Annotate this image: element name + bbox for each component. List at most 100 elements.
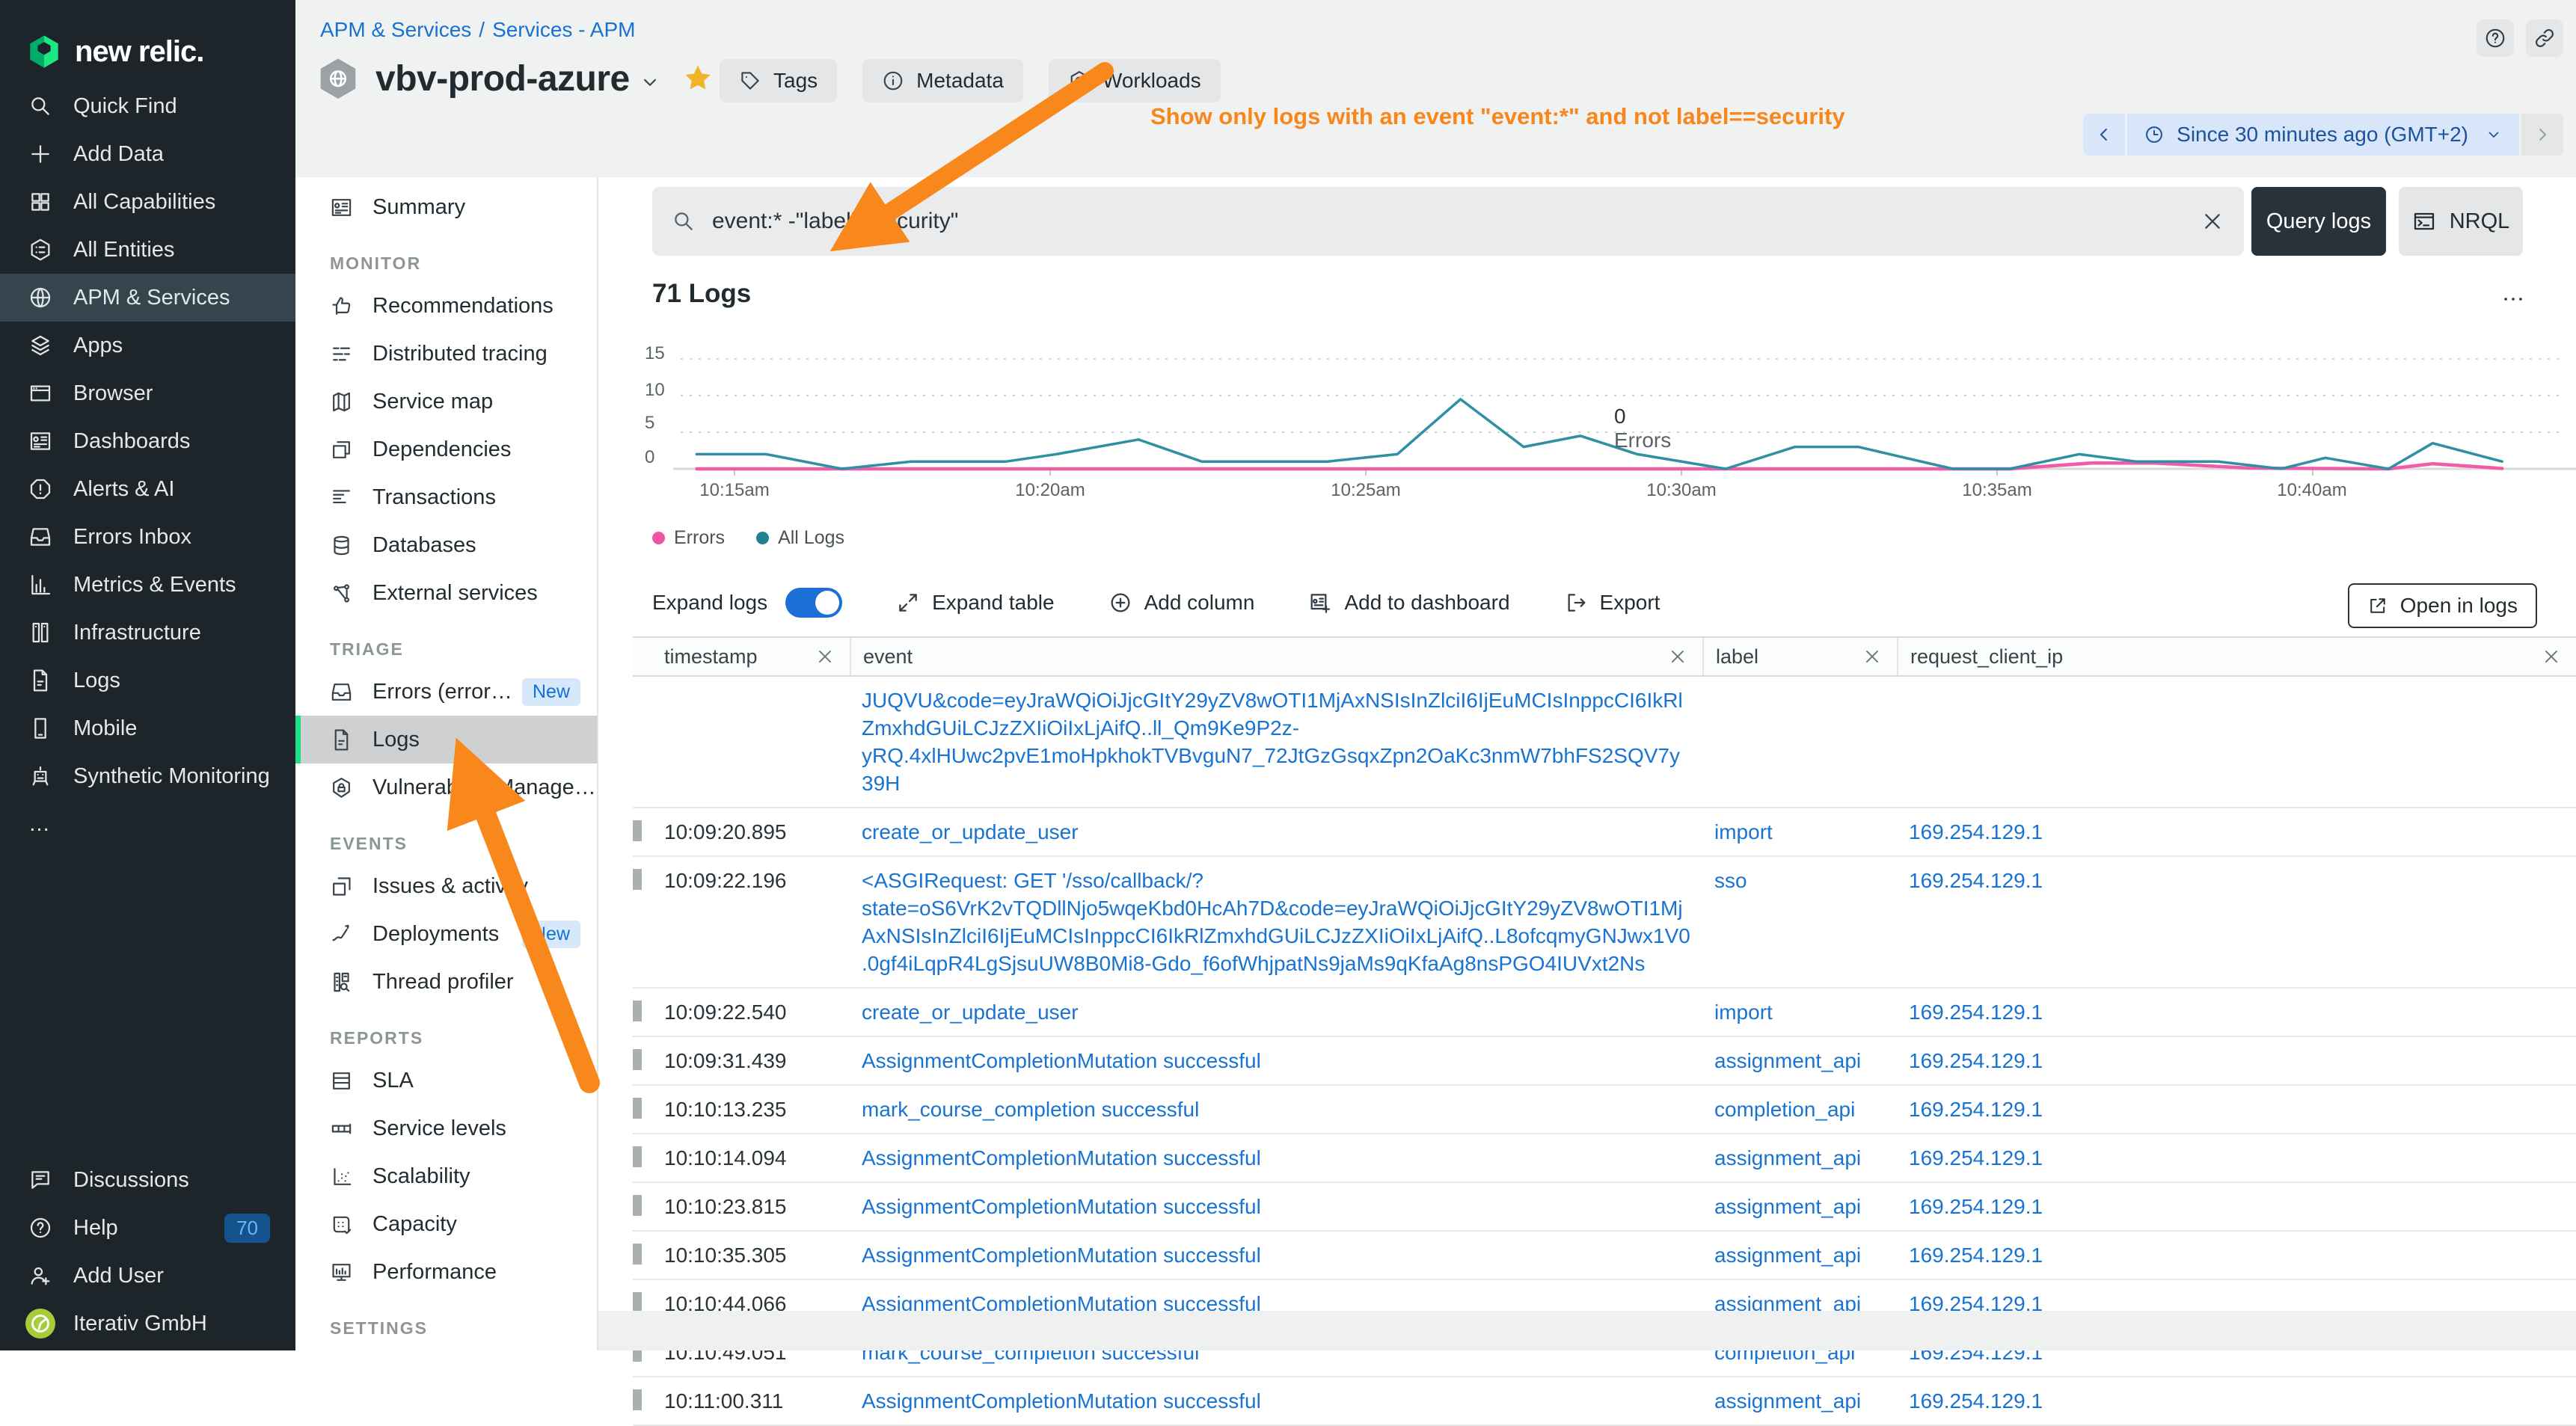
- sidebar-item-apps[interactable]: Apps: [0, 322, 295, 369]
- add-column-button[interactable]: Add column: [1108, 591, 1255, 615]
- subnav-item-issues-activity[interactable]: Issues & activity: [295, 862, 597, 910]
- subnav-item-summary[interactable]: Summary: [295, 183, 597, 231]
- log-event-link[interactable]: create_or_update_user: [862, 1001, 1079, 1024]
- subnav-item-errors-errors-inb[interactable]: Errors (errors inb...New: [295, 668, 597, 716]
- log-label-link[interactable]: sso: [1714, 869, 1747, 892]
- subnav-item-service-levels[interactable]: Service levels: [295, 1104, 597, 1152]
- sidebar-item-logs[interactable]: Logs: [0, 657, 295, 704]
- remove-column-icon[interactable]: [1668, 647, 1687, 666]
- row-marker[interactable]: [633, 820, 642, 841]
- column-header-request-client-ip[interactable]: request_client_ip: [1897, 638, 2576, 675]
- row-marker[interactable]: [633, 1244, 642, 1264]
- open-in-logs-button[interactable]: Open in logs: [2348, 583, 2537, 628]
- subnav-item-capacity[interactable]: Capacity: [295, 1200, 597, 1248]
- time-back-button[interactable]: [2083, 114, 2125, 156]
- log-event-link[interactable]: AssignmentCompletionMutation successful: [862, 1244, 1261, 1267]
- log-event-link[interactable]: mark_course_completion successful: [862, 1098, 1199, 1121]
- row-marker[interactable]: [633, 1389, 642, 1410]
- log-label-link[interactable]: assignment_api: [1714, 1244, 1861, 1267]
- subnav-item-deployments[interactable]: DeploymentsNew: [295, 910, 597, 958]
- copy-link-button[interactable]: [2526, 19, 2563, 57]
- column-header-event[interactable]: event: [850, 638, 1702, 675]
- log-ip-link[interactable]: 169.254.129.1: [1909, 1098, 2043, 1121]
- sidebar-item-discussions[interactable]: Discussions: [0, 1156, 295, 1204]
- query-logs-button[interactable]: Query logs: [2251, 187, 2386, 256]
- row-marker[interactable]: [633, 1098, 642, 1119]
- nrql-button[interactable]: NRQL: [2399, 187, 2523, 256]
- export-button[interactable]: Export: [1564, 591, 1660, 615]
- log-label-link[interactable]: import: [1714, 1001, 1773, 1024]
- subnav-item-scalability[interactable]: Scalability: [295, 1152, 597, 1200]
- log-label-link[interactable]: import: [1714, 820, 1773, 843]
- expand-table-button[interactable]: Expand table: [896, 591, 1054, 615]
- log-event-link[interactable]: <ASGIRequest: GET '/sso/callback/?state=…: [862, 869, 1690, 975]
- sidebar-item-add-user[interactable]: Add User: [0, 1252, 295, 1300]
- sidebar-item-browser[interactable]: Browser: [0, 369, 295, 417]
- row-marker[interactable]: [633, 1001, 642, 1021]
- subnav-item-sla[interactable]: SLA: [295, 1057, 597, 1104]
- log-ip-link[interactable]: 169.254.129.1: [1909, 1001, 2043, 1024]
- metadata-button[interactable]: Metadata: [862, 59, 1023, 102]
- log-ip-link[interactable]: 169.254.129.1: [1909, 1146, 2043, 1170]
- log-event-link[interactable]: JUQVU&code=eyJraWQiOiJjcGItY29yZV8wOTI1M…: [862, 689, 1683, 795]
- sidebar-item-synthetic-monitoring[interactable]: Synthetic Monitoring: [0, 752, 295, 800]
- sidebar-item-alerts-ai[interactable]: Alerts & AI: [0, 465, 295, 513]
- log-event-link[interactable]: AssignmentCompletionMutation successful: [862, 1049, 1261, 1072]
- subnav-item-transactions[interactable]: Transactions: [295, 473, 597, 521]
- subnav-item-distributed-tracing[interactable]: Distributed tracing: [295, 330, 597, 378]
- log-label-link[interactable]: completion_api: [1714, 1098, 1855, 1121]
- row-marker[interactable]: [633, 1049, 642, 1070]
- new-relic-logo[interactable]: new relic.: [0, 0, 295, 82]
- log-ip-link[interactable]: 169.254.129.1: [1909, 1049, 2043, 1072]
- row-marker[interactable]: [633, 1146, 642, 1167]
- sidebar-item-dashboards[interactable]: Dashboards: [0, 417, 295, 465]
- title-chevron-down-icon[interactable]: [639, 71, 661, 93]
- remove-column-icon[interactable]: [1862, 647, 1882, 666]
- legend-errors[interactable]: Errors: [652, 527, 725, 549]
- chart-more-menu-icon[interactable]: [2497, 286, 2530, 312]
- time-range-button[interactable]: Since 30 minutes ago (GMT+2): [2127, 114, 2519, 156]
- row-marker[interactable]: [633, 1292, 642, 1313]
- clear-query-icon[interactable]: [2201, 209, 2224, 233]
- column-header-label[interactable]: label: [1702, 638, 1897, 675]
- breadcrumb-services-apm[interactable]: Services - APM: [492, 18, 635, 41]
- subnav-item-service-map[interactable]: Service map: [295, 378, 597, 425]
- sidebar-item-mobile[interactable]: Mobile: [0, 704, 295, 752]
- log-ip-link[interactable]: 169.254.129.1: [1909, 820, 2043, 843]
- log-ip-link[interactable]: 169.254.129.1: [1909, 1244, 2043, 1267]
- sidebar-item-metrics-events[interactable]: Metrics & Events: [0, 561, 295, 609]
- subnav-item-performance[interactable]: Performance: [295, 1248, 597, 1296]
- log-event-link[interactable]: create_or_update_user: [862, 820, 1079, 843]
- sidebar-item-help[interactable]: Help70: [0, 1204, 295, 1252]
- sidebar-item-all-capabilities[interactable]: All Capabilities: [0, 178, 295, 226]
- subnav-item-recommendations[interactable]: Recommendations: [295, 282, 597, 330]
- log-event-link[interactable]: AssignmentCompletionMutation successful: [862, 1146, 1261, 1170]
- log-label-link[interactable]: assignment_api: [1714, 1049, 1861, 1072]
- sidebar-item-infrastructure[interactable]: Infrastructure: [0, 609, 295, 657]
- sidebar-item-item[interactable]: …: [0, 800, 295, 848]
- subnav-item-logs[interactable]: Logs: [295, 716, 597, 763]
- subnav-item-databases[interactable]: Databases: [295, 521, 597, 569]
- breadcrumb-apm-services[interactable]: APM & Services: [320, 18, 471, 41]
- log-ip-link[interactable]: 169.254.129.1: [1909, 1195, 2043, 1218]
- remove-column-icon[interactable]: [2542, 647, 2561, 666]
- log-ip-link[interactable]: 169.254.129.1: [1909, 1389, 2043, 1413]
- log-ip-link[interactable]: 169.254.129.1: [1909, 869, 2043, 892]
- sidebar-item-apm-services[interactable]: APM & Services: [0, 274, 295, 322]
- subnav-item-external-services[interactable]: External services: [295, 569, 597, 617]
- log-label-link[interactable]: assignment_api: [1714, 1195, 1861, 1218]
- add-to-dashboard-button[interactable]: Add to dashboard: [1308, 591, 1509, 615]
- subnav-item-thread-profiler[interactable]: Thread profiler: [295, 958, 597, 1006]
- log-event-link[interactable]: AssignmentCompletionMutation successful: [862, 1389, 1261, 1413]
- favorite-star-icon[interactable]: [682, 63, 714, 94]
- remove-column-icon[interactable]: [815, 647, 835, 666]
- sidebar-item-add-data[interactable]: Add Data: [0, 130, 295, 178]
- subnav-item-dependencies[interactable]: Dependencies: [295, 425, 597, 473]
- expand-logs-toggle[interactable]: [785, 588, 842, 618]
- workloads-button[interactable]: Workloads: [1049, 59, 1221, 102]
- log-event-link[interactable]: AssignmentCompletionMutation successful: [862, 1195, 1261, 1218]
- row-marker[interactable]: [633, 1195, 642, 1216]
- time-forward-button[interactable]: [2521, 114, 2563, 156]
- log-label-link[interactable]: assignment_api: [1714, 1389, 1861, 1413]
- sidebar-item-quick-find[interactable]: Quick Find: [0, 82, 295, 130]
